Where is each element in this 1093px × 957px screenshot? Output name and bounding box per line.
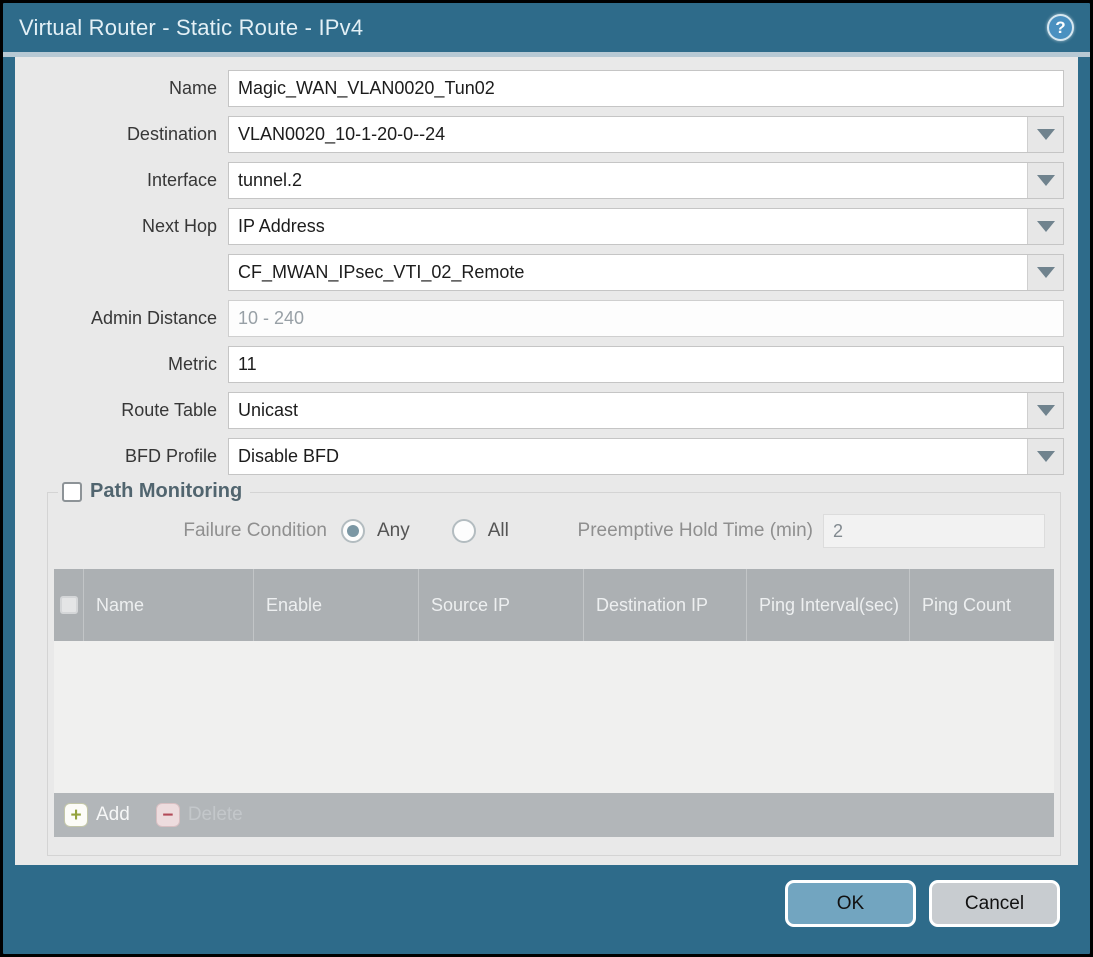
failure-condition-any-label: Any [377, 520, 410, 542]
route-table-dropdown-button[interactable] [1027, 393, 1063, 428]
next-hop-address-dropdown-button[interactable] [1027, 255, 1063, 290]
add-button[interactable]: + Add [64, 803, 130, 827]
path-monitoring-checkbox[interactable] [62, 482, 82, 502]
next-hop-type-dropdown[interactable]: IP Address [228, 208, 1064, 245]
ok-button[interactable]: OK [785, 880, 916, 927]
destination-dropdown[interactable]: VLAN0020_10-1-20-0--24 [228, 116, 1064, 153]
path-monitoring-table: Name Enable Source IP Destination IP Pin… [54, 569, 1054, 837]
select-all-checkbox[interactable] [60, 596, 78, 614]
radio-selected-icon [341, 519, 365, 543]
next-hop-address-dropdown[interactable]: CF_MWAN_IPsec_VTI_02_Remote [228, 254, 1064, 291]
form-row-interface: Interface tunnel.2 [30, 162, 1064, 199]
table-header-row: Name Enable Source IP Destination IP Pin… [54, 569, 1054, 641]
column-header-source-ip: Source IP [419, 569, 584, 641]
plus-icon: + [64, 803, 88, 827]
form-row-admin-distance: Admin Distance [30, 300, 1064, 337]
chevron-down-icon [1037, 451, 1055, 462]
form-row-next-hop: Next Hop IP Address [30, 208, 1064, 245]
form-row-bfd-profile: BFD Profile Disable BFD [30, 438, 1064, 475]
route-table-dropdown[interactable]: Unicast [228, 392, 1064, 429]
admin-distance-input[interactable] [228, 300, 1064, 337]
chevron-down-icon [1037, 221, 1055, 232]
form-row-metric: Metric [30, 346, 1064, 383]
failure-condition-all-label: All [488, 520, 509, 542]
interface-dropdown-button[interactable] [1027, 163, 1063, 198]
chevron-down-icon [1037, 129, 1055, 140]
bfd-profile-value: Disable BFD [229, 439, 1027, 474]
form-row-destination: Destination VLAN0020_10-1-20-0--24 [30, 116, 1064, 153]
next-hop-type-value: IP Address [229, 209, 1027, 244]
preemptive-hold-time-label: Preemptive Hold Time (min) [578, 520, 823, 542]
column-header-ping-count: Ping Count [910, 569, 1054, 641]
chevron-down-icon [1037, 267, 1055, 278]
interface-dropdown[interactable]: tunnel.2 [228, 162, 1064, 199]
table-body-empty [54, 641, 1054, 793]
column-header-destination-ip: Destination IP [584, 569, 747, 641]
column-header-enable: Enable [254, 569, 419, 641]
failure-condition-row: Failure Condition Any All Preemptive Hol… [53, 514, 1045, 548]
add-button-label: Add [96, 804, 130, 826]
bfd-profile-dropdown-button[interactable] [1027, 439, 1063, 474]
failure-condition-any-option[interactable]: Any [341, 519, 410, 543]
delete-button[interactable]: − Delete [156, 803, 243, 827]
bfd-profile-dropdown[interactable]: Disable BFD [228, 438, 1064, 475]
column-header-name: Name [84, 569, 254, 641]
dialog-footer: OK Cancel [3, 865, 1090, 954]
route-table-value: Unicast [229, 393, 1027, 428]
dialog-content: Name Destination VLAN0020_10-1-20-0--24 … [15, 57, 1078, 865]
dialog-window: Virtual Router - Static Route - IPv4 ? N… [0, 0, 1093, 957]
help-icon[interactable]: ? [1047, 14, 1074, 41]
destination-value: VLAN0020_10-1-20-0--24 [229, 117, 1027, 152]
select-all-cell [54, 569, 84, 641]
radio-unselected-icon [452, 519, 476, 543]
next-hop-label: Next Hop [30, 216, 228, 237]
dialog-titlebar: Virtual Router - Static Route - IPv4 ? [3, 3, 1090, 52]
route-table-label: Route Table [30, 400, 228, 421]
path-monitoring-group: Path Monitoring Failure Condition Any Al… [47, 492, 1061, 856]
dialog-title: Virtual Router - Static Route - IPv4 [19, 15, 363, 41]
delete-button-label: Delete [188, 804, 243, 826]
metric-input[interactable] [228, 346, 1064, 383]
table-toolbar: + Add − Delete [54, 793, 1054, 837]
name-input[interactable] [228, 70, 1064, 107]
failure-condition-label: Failure Condition [53, 520, 341, 542]
minus-icon: − [156, 803, 180, 827]
cancel-button[interactable]: Cancel [929, 880, 1060, 927]
interface-label: Interface [30, 170, 228, 191]
admin-distance-label: Admin Distance [30, 308, 228, 329]
bfd-profile-label: BFD Profile [30, 446, 228, 467]
name-label: Name [30, 78, 228, 99]
destination-dropdown-button[interactable] [1027, 117, 1063, 152]
destination-label: Destination [30, 124, 228, 145]
interface-value: tunnel.2 [229, 163, 1027, 198]
metric-label: Metric [30, 354, 228, 375]
form-row-name: Name [30, 70, 1064, 107]
next-hop-type-dropdown-button[interactable] [1027, 209, 1063, 244]
preemptive-hold-time-input[interactable] [823, 514, 1045, 548]
path-monitoring-title: Path Monitoring [90, 480, 242, 503]
form-row-next-hop-address: CF_MWAN_IPsec_VTI_02_Remote [30, 254, 1064, 291]
column-header-ping-interval: Ping Interval(sec) [747, 569, 910, 641]
chevron-down-icon [1037, 175, 1055, 186]
chevron-down-icon [1037, 405, 1055, 416]
form-row-route-table: Route Table Unicast [30, 392, 1064, 429]
path-monitoring-legend: Path Monitoring [58, 480, 250, 503]
next-hop-address-value: CF_MWAN_IPsec_VTI_02_Remote [229, 255, 1027, 290]
failure-condition-all-option[interactable]: All [452, 519, 509, 543]
